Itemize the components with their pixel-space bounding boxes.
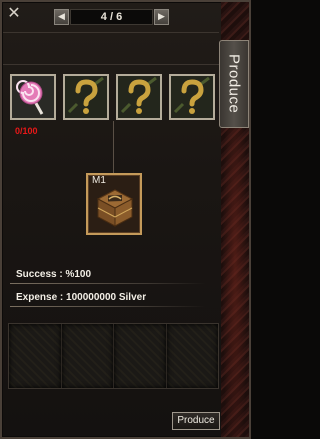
recipe-connector-line bbox=[113, 121, 114, 173]
lollipop-icon bbox=[12, 76, 54, 118]
produce-button[interactable]: Produce bbox=[172, 412, 220, 430]
next-page-button[interactable]: ▶ bbox=[154, 9, 169, 25]
question-mark-icon bbox=[65, 76, 107, 118]
info-divider-2 bbox=[10, 306, 206, 307]
question-mark-icon bbox=[171, 76, 213, 118]
info-divider-1 bbox=[10, 283, 206, 284]
tab-produce[interactable]: Produce bbox=[219, 40, 249, 128]
treasure-box-icon bbox=[96, 189, 134, 227]
page-indicator: 4 / 6 bbox=[70, 9, 153, 25]
output-slot-1[interactable] bbox=[9, 324, 62, 388]
output-slot-2[interactable] bbox=[61, 324, 114, 388]
success-rate-text: Success : %100 bbox=[16, 269, 92, 280]
question-mark-icon bbox=[118, 76, 160, 118]
close-button[interactable]: ✕ bbox=[6, 6, 22, 22]
material-slot-1[interactable] bbox=[10, 74, 56, 120]
material-slot-2[interactable] bbox=[63, 74, 109, 120]
expense-text: Expense : 100000000 Silver bbox=[16, 292, 147, 303]
materials-divider bbox=[3, 64, 219, 65]
material-slot-4[interactable] bbox=[169, 74, 215, 120]
result-slot[interactable]: M1 bbox=[86, 173, 142, 235]
output-slot-4[interactable] bbox=[166, 324, 218, 388]
material-required-count: 0/100 bbox=[15, 126, 38, 136]
header-divider bbox=[3, 32, 219, 33]
tab-produce-label: Produce bbox=[225, 54, 243, 114]
material-slot-3[interactable] bbox=[116, 74, 162, 120]
prev-page-button[interactable]: ◀ bbox=[54, 9, 69, 25]
output-slot-3[interactable] bbox=[114, 324, 167, 388]
output-slot-grid bbox=[8, 323, 219, 389]
